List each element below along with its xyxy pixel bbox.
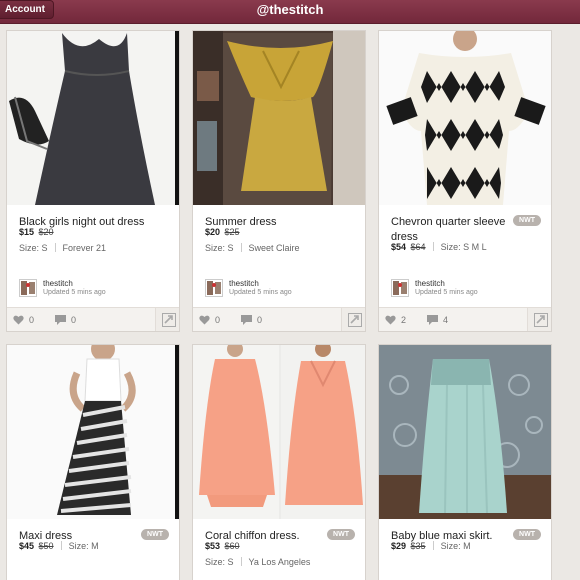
comment-count: 0: [257, 315, 263, 325]
listing-size: Size: S M L: [440, 242, 487, 252]
nwt-badge: NWT: [141, 529, 169, 540]
listing-card[interactable]: Baby blue maxi skirt. NWT $29 $35 Size: M: [378, 344, 552, 580]
comment-count: 0: [71, 315, 77, 325]
updated-time: Updated 5 mins ago: [415, 289, 478, 296]
seller-name[interactable]: thestitch: [43, 279, 73, 288]
share-button[interactable]: [341, 308, 365, 331]
original-price: $20: [38, 227, 54, 237]
seller-name[interactable]: thestitch: [415, 279, 445, 288]
listing-card[interactable]: Summer dress $20 $25 Size: S Sweet Claire…: [192, 30, 366, 332]
avatar[interactable]: [391, 279, 409, 297]
listing-size: Size: S: [205, 557, 234, 567]
comment-button[interactable]: 0: [55, 315, 76, 325]
price-row: $20 $25: [205, 227, 240, 237]
listing-photo[interactable]: [193, 31, 365, 205]
seller-name[interactable]: thestitch: [229, 279, 259, 288]
listing-price: $15: [19, 227, 35, 237]
card-footer: 2 4: [379, 307, 551, 331]
seller-info[interactable]: thestitch Updated 5 mins ago: [19, 279, 169, 299]
price-row: $15 $20: [19, 227, 54, 237]
divider: [240, 557, 242, 566]
like-count: 0: [215, 315, 221, 325]
comment-icon: [427, 315, 438, 325]
price-row: $29 $35 Size: M: [391, 541, 471, 551]
comment-count: 4: [443, 315, 449, 325]
original-price: $35: [410, 541, 426, 551]
comment-icon: [241, 315, 252, 325]
divider: [432, 541, 434, 550]
listing-photo[interactable]: [193, 345, 365, 519]
listing-size: Size: M: [440, 541, 471, 551]
updated-time: Updated 5 mins ago: [43, 289, 106, 296]
divider: [60, 541, 62, 550]
heart-icon: [199, 315, 210, 325]
listing-price: $20: [205, 227, 221, 237]
like-count: 0: [29, 315, 35, 325]
listing-price: $53: [205, 541, 221, 551]
size-row: Size: S Sweet Claire: [205, 243, 300, 253]
listing-size: Size: S: [205, 243, 234, 253]
listing-brand: Ya Los Angeles: [248, 557, 311, 567]
top-bar: Account @thestitch: [0, 0, 580, 24]
original-price: $50: [38, 541, 54, 551]
size-row: Size: S Forever 21: [19, 243, 106, 253]
nwt-badge: NWT: [513, 529, 541, 540]
divider: [432, 242, 434, 251]
avatar[interactable]: [205, 279, 223, 297]
listing-photo[interactable]: [7, 31, 179, 205]
listing-card[interactable]: Maxi dress NWT $45 $50 Size: M: [6, 344, 180, 580]
listing-photo[interactable]: [379, 345, 551, 519]
like-button[interactable]: 0: [13, 315, 34, 325]
original-price: $60: [224, 541, 240, 551]
card-footer: 0 0: [193, 307, 365, 331]
like-button[interactable]: 2: [385, 315, 406, 325]
listing-price: $29: [391, 541, 407, 551]
listing-price: $45: [19, 541, 35, 551]
heart-icon: [385, 315, 396, 325]
card-footer: 0 0: [7, 307, 179, 331]
share-button[interactable]: [527, 308, 551, 331]
original-price: $25: [224, 227, 240, 237]
share-icon: [348, 313, 362, 327]
divider: [54, 243, 56, 252]
listing-card[interactable]: Chevron quarter sleeve dress NWT $54 $64…: [378, 30, 552, 332]
listing-card[interactable]: Black girls night out dress $15 $20 Size…: [6, 30, 180, 332]
nwt-badge: NWT: [513, 215, 541, 226]
like-count: 2: [401, 315, 407, 325]
listing-photo[interactable]: [7, 345, 179, 519]
listing-photo[interactable]: [379, 31, 551, 205]
seller-info[interactable]: thestitch Updated 5 mins ago: [391, 279, 541, 299]
updated-time: Updated 5 mins ago: [229, 289, 292, 296]
comment-button[interactable]: 4: [427, 315, 448, 325]
price-row: $45 $50 Size: M: [19, 541, 99, 551]
listing-title[interactable]: Chevron quarter sleeve dress: [391, 215, 519, 245]
original-price: $64: [410, 242, 426, 252]
listing-size: Size: M: [68, 541, 99, 551]
heart-icon: [13, 315, 24, 325]
comment-icon: [55, 315, 66, 325]
price-row: $54 $64 Size: S M L: [391, 242, 487, 252]
price-row: $53 $60: [205, 541, 240, 551]
avatar[interactable]: [19, 279, 37, 297]
size-row: Size: S Ya Los Angeles: [205, 557, 310, 567]
seller-info[interactable]: thestitch Updated 5 mins ago: [205, 279, 355, 299]
listing-brand: Forever 21: [62, 243, 107, 253]
divider: [240, 243, 242, 252]
listing-card[interactable]: Coral chiffon dress. NWT $53 $60 Size: S…: [192, 344, 366, 580]
share-icon: [534, 313, 548, 327]
comment-button[interactable]: 0: [241, 315, 262, 325]
like-button[interactable]: 0: [199, 315, 220, 325]
listing-size: Size: S: [19, 243, 48, 253]
nwt-badge: NWT: [327, 529, 355, 540]
listing-price: $54: [391, 242, 407, 252]
listing-brand: Sweet Claire: [248, 243, 300, 253]
page-title: @thestitch: [256, 2, 324, 17]
share-button[interactable]: [155, 308, 179, 331]
share-icon: [162, 313, 176, 327]
